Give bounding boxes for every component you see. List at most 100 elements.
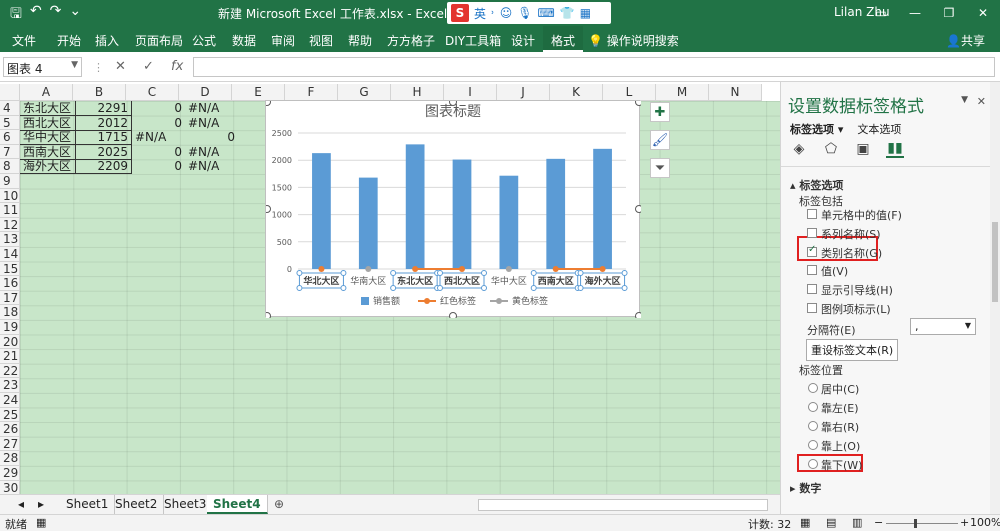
row-header-7[interactable]: 7 bbox=[0, 144, 20, 160]
resize-handle[interactable] bbox=[266, 205, 271, 213]
emoji-icon[interactable]: ☺ bbox=[500, 6, 513, 20]
y-tick-label[interactable]: 0 bbox=[287, 265, 292, 274]
column-header-K[interactable]: K bbox=[550, 84, 603, 101]
position-radio-0[interactable] bbox=[808, 383, 818, 393]
bar-东北大区[interactable] bbox=[405, 144, 425, 269]
tab-file[interactable]: 文件 bbox=[12, 32, 36, 49]
red-label-marker[interactable] bbox=[459, 266, 465, 272]
column-header-M[interactable]: M bbox=[656, 84, 709, 101]
separator-select[interactable]: , ▼ bbox=[910, 318, 976, 335]
cell-c6[interactable]: #N/A bbox=[132, 130, 185, 145]
macro-record-icon[interactable]: ▦ bbox=[36, 516, 46, 529]
row-header-15[interactable]: 15 bbox=[0, 261, 20, 277]
chart-object[interactable]: 图表标题 0 500 1000 1500 2000 2500 华北大区 华南大区 东北大区 西北大区… bbox=[265, 100, 642, 319]
row-header-25[interactable]: 25 bbox=[0, 407, 20, 423]
formula-input[interactable] bbox=[193, 57, 995, 77]
toolbox-icon[interactable]: ▦ bbox=[580, 6, 591, 20]
data-label-华北大区[interactable]: 华北大区 bbox=[303, 275, 339, 287]
cell-a8[interactable]: 海外大区 bbox=[20, 159, 76, 175]
fill-line-icon[interactable]: ◈ bbox=[790, 140, 808, 158]
y-tick-label[interactable]: 1500 bbox=[272, 183, 292, 192]
label-handle[interactable] bbox=[481, 285, 487, 291]
scroll-left-icon[interactable]: ◂ bbox=[12, 495, 30, 514]
cell-d4[interactable]: #N/A bbox=[185, 101, 238, 116]
position-radio-2[interactable] bbox=[808, 421, 818, 431]
y-tick-label[interactable]: 1000 bbox=[272, 211, 292, 220]
legend-marker-gray[interactable] bbox=[496, 298, 502, 304]
resize-handle[interactable] bbox=[449, 101, 457, 106]
ime-toolbar[interactable]: S 英 ˒ ☺ 🎙 ⌨ 👕 ▦ bbox=[447, 2, 611, 24]
normal-view-icon[interactable]: ▦ bbox=[800, 516, 810, 529]
size-properties-icon[interactable]: ▣ bbox=[854, 140, 872, 158]
row-header-13[interactable]: 13 bbox=[0, 232, 20, 247]
tab-insert[interactable]: 插入 bbox=[95, 32, 119, 49]
data-label-东北大区[interactable]: 东北大区 bbox=[397, 275, 433, 287]
label-handle[interactable] bbox=[340, 270, 347, 276]
cell-c7[interactable]: 0 bbox=[132, 145, 185, 160]
label-options-section[interactable]: ▴ 标签选项 bbox=[790, 177, 843, 193]
cell-b7[interactable]: 2025 bbox=[76, 144, 132, 160]
row-header-18[interactable]: 18 bbox=[0, 305, 20, 320]
column-header-F[interactable]: F bbox=[285, 84, 338, 101]
column-header-D[interactable]: D bbox=[179, 84, 232, 101]
row-header-11[interactable]: 11 bbox=[0, 203, 20, 218]
row-header-30[interactable]: 30 bbox=[0, 480, 20, 494]
cell-c4[interactable]: 0 bbox=[132, 101, 185, 116]
insert-function-icon[interactable]: fx bbox=[171, 59, 183, 74]
cell-c5[interactable]: 0 bbox=[132, 116, 185, 131]
row-header-27[interactable]: 27 bbox=[0, 436, 20, 452]
chevron-down-icon[interactable]: ▼ bbox=[965, 321, 971, 330]
checkbox-label-1[interactable]: 系列名称(S) bbox=[821, 226, 881, 242]
row-header-5[interactable]: 5 bbox=[0, 115, 20, 131]
row-header-21[interactable]: 21 bbox=[0, 349, 20, 364]
enter-icon[interactable]: ✓ bbox=[143, 59, 154, 74]
label-handle[interactable] bbox=[390, 285, 397, 291]
row-header-12[interactable]: 12 bbox=[0, 217, 20, 233]
close-button[interactable]: ✕ bbox=[966, 0, 1000, 26]
pane-options-icon[interactable]: ▼ bbox=[961, 95, 968, 105]
checkbox-1[interactable] bbox=[807, 227, 817, 238]
tab-fangfang[interactable]: 方方格子 bbox=[387, 32, 435, 49]
cell-b6[interactable]: 1715 bbox=[76, 130, 132, 146]
cell-b5[interactable]: 2012 bbox=[76, 115, 132, 131]
bar-西南大区[interactable] bbox=[546, 158, 566, 269]
column-header-I[interactable]: I bbox=[444, 84, 497, 101]
label-handle[interactable] bbox=[530, 285, 537, 291]
checkbox-0[interactable] bbox=[807, 209, 817, 219]
legend-label[interactable]: 销售额 bbox=[373, 295, 400, 307]
row-header-6[interactable]: 6 bbox=[0, 130, 20, 145]
row-header-17[interactable]: 17 bbox=[0, 290, 20, 306]
data-label-华中大区[interactable]: 华中大区 bbox=[491, 275, 527, 287]
position-radio-3[interactable] bbox=[808, 440, 818, 450]
row-header-20[interactable]: 20 bbox=[0, 334, 20, 350]
cell-d7[interactable]: #N/A bbox=[185, 145, 238, 160]
column-header-B[interactable]: B bbox=[73, 84, 126, 101]
punctuation-icon[interactable]: ˒ bbox=[491, 6, 495, 20]
column-header-E[interactable]: E bbox=[232, 84, 285, 101]
y-tick-label[interactable]: 500 bbox=[277, 238, 292, 247]
checkbox-5[interactable] bbox=[807, 303, 817, 313]
row-header-14[interactable]: 14 bbox=[0, 247, 20, 262]
chart-filters-button[interactable]: ⏷ bbox=[650, 158, 670, 178]
sheet-tab-4[interactable]: Sheet4 bbox=[207, 495, 268, 514]
position-label-1[interactable]: 靠左(E) bbox=[821, 400, 859, 416]
label-options-tab[interactable]: 标签选项 ▾ bbox=[790, 121, 843, 137]
checkbox-label-5[interactable]: 图例项标示(L) bbox=[821, 301, 891, 317]
select-all-corner[interactable] bbox=[0, 84, 20, 101]
cell-d6[interactable]: 0 bbox=[185, 130, 238, 145]
label-handle[interactable] bbox=[621, 270, 628, 276]
checkbox-label-0[interactable]: 单元格中的值(F) bbox=[821, 207, 902, 223]
chart-styles-button[interactable]: 🖌 bbox=[650, 130, 670, 150]
undo-icon[interactable]: ↶ bbox=[30, 3, 42, 27]
checkbox-label-3[interactable]: 值(V) bbox=[821, 263, 848, 279]
resize-handle[interactable] bbox=[635, 205, 642, 213]
resize-handle[interactable] bbox=[266, 312, 271, 319]
keyboard-icon[interactable]: ⌨ bbox=[537, 6, 554, 20]
checkbox-label-4[interactable]: 显示引导线(H) bbox=[821, 282, 893, 298]
checkbox-label-2[interactable]: 类别名称(G) bbox=[821, 245, 882, 261]
number-section[interactable]: ▸ 数字 bbox=[790, 480, 821, 496]
tab-help[interactable]: 帮助 bbox=[348, 32, 372, 49]
chart-elements-button[interactable]: ✚ bbox=[650, 102, 670, 122]
tab-diy-toolbox[interactable]: DIY工具箱 bbox=[445, 32, 501, 49]
zoom-slider-thumb[interactable] bbox=[914, 519, 917, 528]
